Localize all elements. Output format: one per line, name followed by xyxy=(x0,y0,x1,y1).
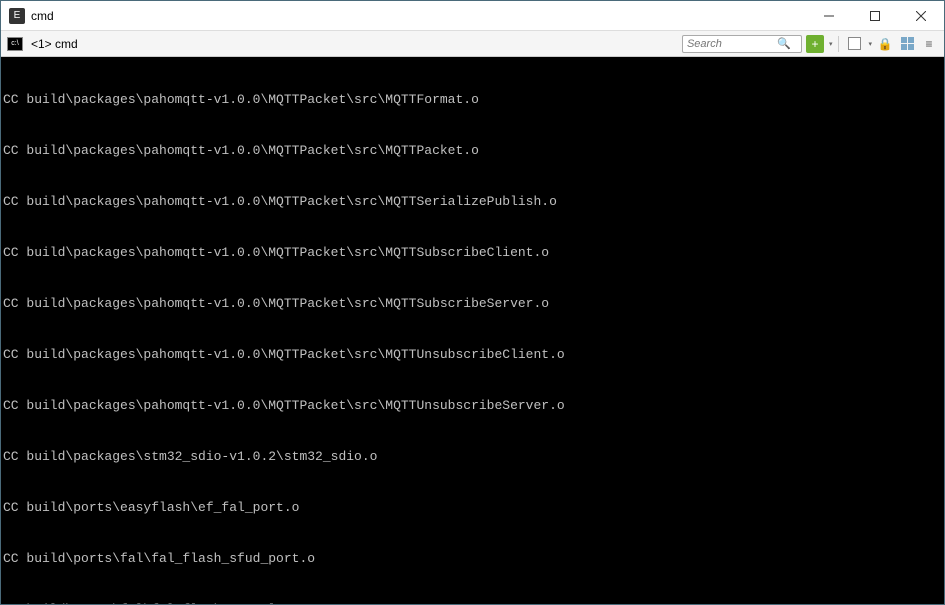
search-icon: 🔍 xyxy=(777,37,791,50)
output-line: CC build\packages\stm32_sdio-v1.0.2\stm3… xyxy=(3,448,942,465)
window-title: cmd xyxy=(31,9,806,23)
output-line: CC build\packages\pahomqtt-v1.0.0\MQTTPa… xyxy=(3,346,942,363)
minimize-button[interactable] xyxy=(806,1,852,31)
lock-icon: 🔒 xyxy=(878,37,893,51)
view-dropdown-icon[interactable]: ▾ xyxy=(868,40,872,48)
close-icon xyxy=(916,11,926,21)
output-line: CC build\packages\pahomqtt-v1.0.0\MQTTPa… xyxy=(3,397,942,414)
separator xyxy=(838,36,839,52)
view-button[interactable] xyxy=(845,35,863,53)
maximize-icon xyxy=(870,11,880,21)
titlebar: E cmd xyxy=(1,1,944,31)
output-line: CC build\packages\pahomqtt-v1.0.0\MQTTPa… xyxy=(3,244,942,261)
app-icon: E xyxy=(9,8,25,24)
close-button[interactable] xyxy=(898,1,944,31)
box-icon xyxy=(848,37,861,50)
output-line: CC build\ports\fal\fal_flash_sfud_port.o xyxy=(3,550,942,567)
maximize-button[interactable] xyxy=(852,1,898,31)
menu-icon: ≡ xyxy=(925,37,932,51)
output-line: CC build\ports\easyflash\ef_fal_port.o xyxy=(3,499,942,516)
terminal[interactable]: CC build\packages\pahomqtt-v1.0.0\MQTTPa… xyxy=(1,57,944,604)
output-line: CC build\ports\fal\fal_flash_stm32l4_por… xyxy=(3,601,942,604)
output-line: CC build\packages\pahomqtt-v1.0.0\MQTTPa… xyxy=(3,142,942,159)
minimize-icon xyxy=(824,11,834,21)
output-line: CC build\packages\pahomqtt-v1.0.0\MQTTPa… xyxy=(3,295,942,312)
toolbar: c:\ <1> cmd 🔍 + ▾ ▾ 🔒 ≡ xyxy=(1,31,944,57)
output-line: CC build\packages\pahomqtt-v1.0.0\MQTTPa… xyxy=(3,91,942,108)
layout-button[interactable] xyxy=(898,35,916,53)
search-input[interactable] xyxy=(687,38,777,50)
lock-button[interactable]: 🔒 xyxy=(876,35,894,53)
add-button[interactable]: + xyxy=(806,35,824,53)
grid-icon xyxy=(901,37,914,50)
search-box[interactable]: 🔍 xyxy=(682,35,802,53)
output-line: CC build\packages\pahomqtt-v1.0.0\MQTTPa… xyxy=(3,193,942,210)
tab-icon: c:\ xyxy=(7,37,23,51)
add-dropdown-icon[interactable]: ▾ xyxy=(829,40,833,48)
menu-button[interactable]: ≡ xyxy=(920,35,938,53)
tab-label[interactable]: <1> cmd xyxy=(31,37,678,51)
